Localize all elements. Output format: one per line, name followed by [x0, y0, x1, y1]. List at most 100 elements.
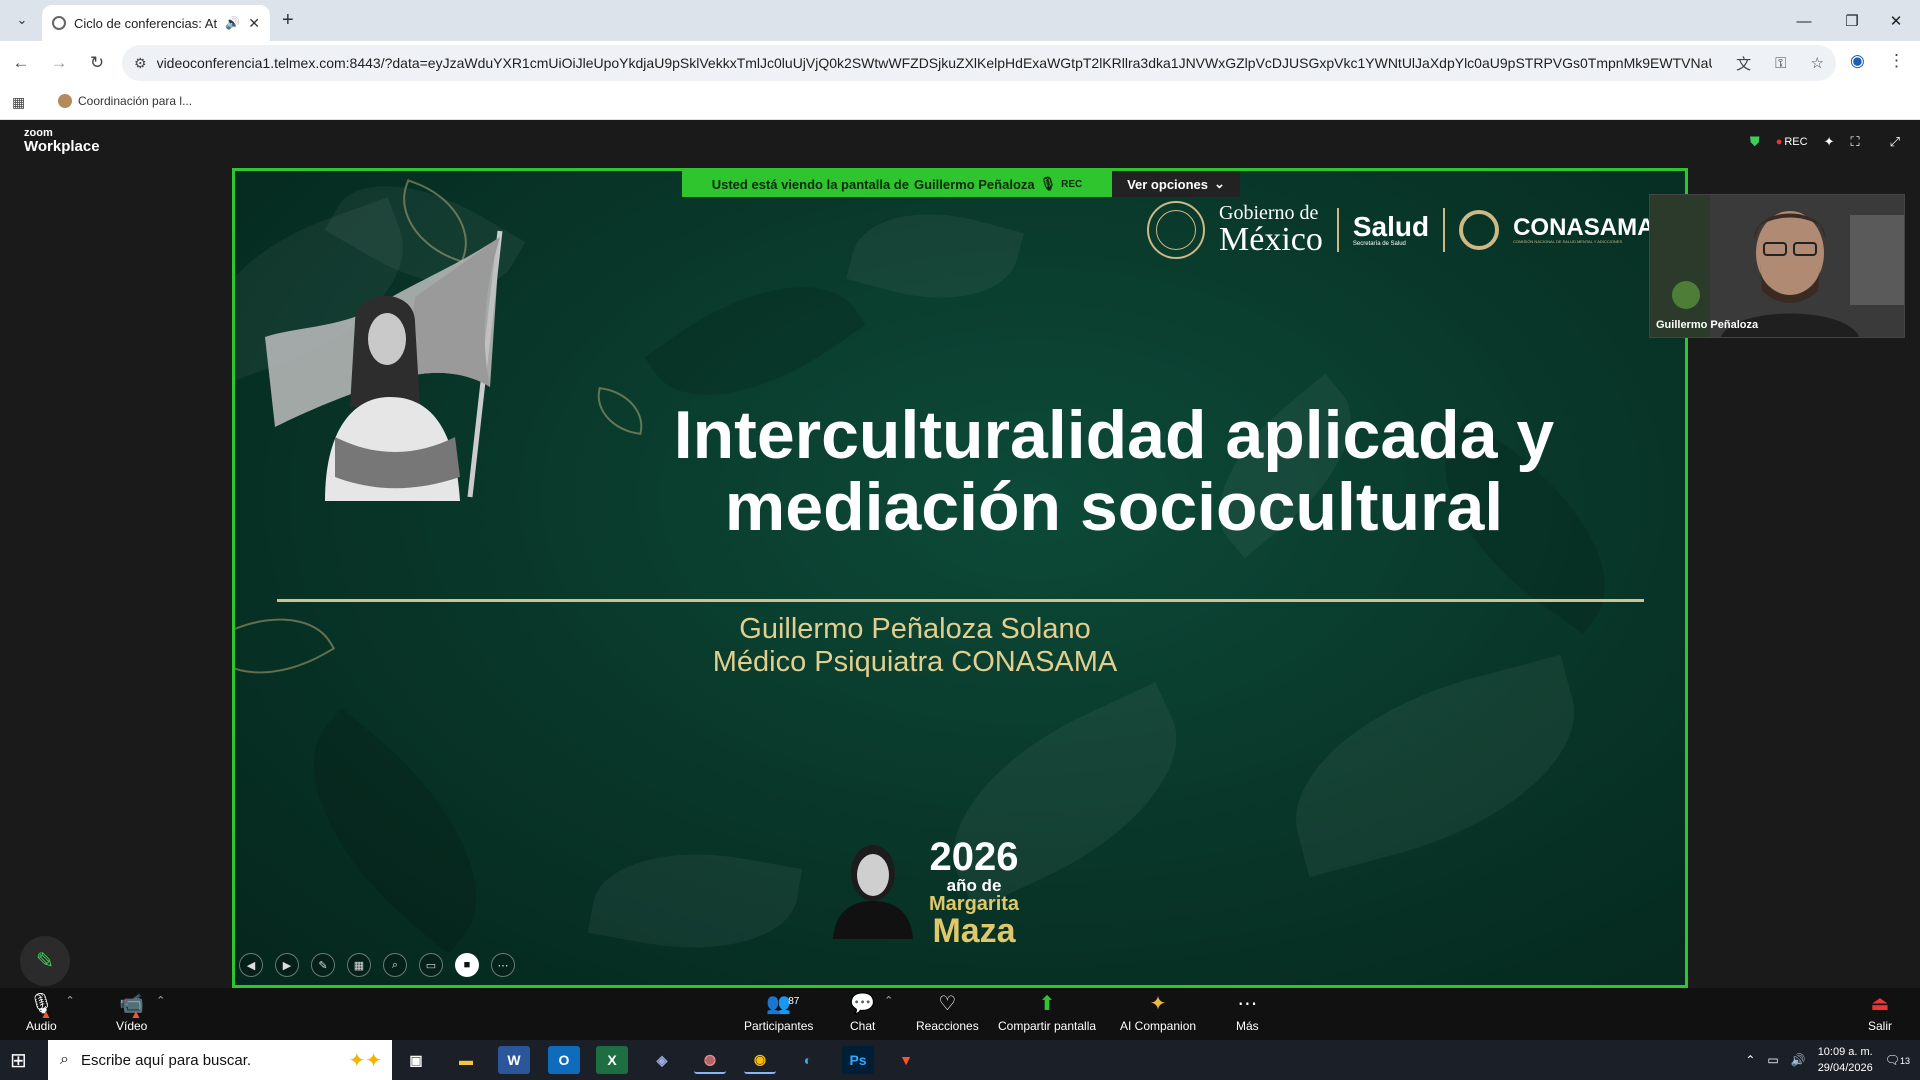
- participants-count: 87: [788, 996, 800, 1007]
- bookmark-label: Coordinación para l...: [78, 94, 193, 108]
- bookmark-item[interactable]: Coordinación para l...: [58, 94, 192, 108]
- speaker-role: Médico Psiquiatra CONASAMA: [712, 646, 1118, 678]
- speaker-icon[interactable]: 🔊: [225, 16, 240, 30]
- speaker-name: Guillermo Peñaloza Solano: [739, 613, 1091, 645]
- url-text[interactable]: videoconferencia1.telmex.com:8443/?data=…: [157, 55, 1713, 71]
- key-icon[interactable]: ⚿: [1775, 55, 1786, 72]
- chat-caret-icon[interactable]: ⌃: [884, 994, 893, 1007]
- participant-video-tile[interactable]: Guillermo Peñaloza: [1649, 194, 1905, 338]
- chrome-icon[interactable]: ◉: [744, 1046, 776, 1074]
- microphone-muted-icon: 🎙 ▲: [28, 993, 55, 1021]
- next-slide-icon[interactable]: ▶: [275, 953, 299, 977]
- zoom-meeting-window: zoom Workplace ⛊ ● REC ✦ ⛶ ⤢ Usted está …: [0, 120, 1920, 1040]
- search-placeholder: Escribe aquí para buscar.: [80, 1051, 252, 1069]
- view-options-icon[interactable]: ⛶: [1850, 134, 1859, 150]
- apps-grid-icon[interactable]: ▦: [12, 94, 25, 111]
- title-divider: [277, 599, 1644, 602]
- reload-button[interactable]: ↻: [80, 46, 114, 80]
- chat-button[interactable]: 💬 Chat ⌃: [850, 992, 893, 1033]
- audio-button[interactable]: 🎙 ▲ Audio ⌃: [26, 992, 75, 1033]
- woman-with-flag-illustration: [265, 230, 503, 501]
- clock[interactable]: 10:09 a. m. 29/04/2026: [1818, 1044, 1873, 1076]
- slide-title-line2: mediación sociocultural: [724, 469, 1504, 545]
- site-info-icon[interactable]: ⚙: [134, 55, 147, 72]
- restore-button[interactable]: ❐: [1832, 6, 1872, 36]
- year-name-last: Maza: [932, 912, 1016, 950]
- gov-line1: Gobierno de: [1219, 202, 1319, 224]
- forward-button[interactable]: →: [42, 46, 76, 80]
- previous-slide-icon[interactable]: ◀: [239, 953, 263, 977]
- slide-title: Interculturalidad aplicada y mediación s…: [555, 399, 1673, 543]
- ai-sparkle-icon[interactable]: ✦: [1824, 134, 1835, 150]
- address-bar[interactable]: ⚙ videoconferencia1.telmex.com:8443/?dat…: [122, 45, 1836, 81]
- reactions-button[interactable]: ♡ Reacciones: [916, 992, 979, 1033]
- slides-grid-icon[interactable]: ▦: [347, 953, 371, 977]
- participant-video: [1650, 195, 1904, 337]
- camera-icon[interactable]: ■: [455, 953, 479, 977]
- word-icon[interactable]: W: [498, 1046, 530, 1074]
- edge-icon[interactable]: ◐: [792, 1046, 824, 1074]
- app-icon[interactable]: ◈: [646, 1046, 678, 1074]
- share-banner-text: Usted está viendo la pantalla de Guiller…: [682, 171, 1112, 197]
- recording-indicator[interactable]: ● REC: [1776, 136, 1808, 148]
- profile-icon[interactable]: ◉: [1850, 51, 1865, 71]
- more-options-icon[interactable]: ⋯: [491, 953, 515, 977]
- heart-icon: ♡: [938, 993, 957, 1015]
- translate-icon[interactable]: 文: [1736, 53, 1751, 74]
- leave-button[interactable]: ⏏ Salir: [1868, 992, 1892, 1033]
- tray-chevron-icon[interactable]: ⌃: [1745, 1053, 1755, 1067]
- fullscreen-icon[interactable]: ⤢: [1890, 134, 1900, 150]
- outlook-icon[interactable]: O: [548, 1046, 580, 1074]
- mexico-seal-logo: [1147, 201, 1205, 259]
- photoshop-icon[interactable]: Ps: [842, 1046, 874, 1074]
- chat-label: Chat: [850, 1019, 876, 1033]
- close-window-button[interactable]: ✕: [1876, 6, 1916, 36]
- browser-menu-icon[interactable]: ⋮: [1888, 51, 1905, 71]
- windows-start-icon[interactable]: ⊞: [10, 1048, 27, 1073]
- participants-icon: 👥 87: [766, 992, 799, 1016]
- leave-label: Salir: [1868, 1019, 1893, 1033]
- back-button[interactable]: ←: [4, 46, 38, 80]
- task-view-icon[interactable]: ▣: [400, 1046, 432, 1074]
- more-button[interactable]: ⋯ Más: [1236, 992, 1259, 1033]
- share-banner-prefix: Usted está viendo la pantalla de: [711, 176, 909, 192]
- taskbar-search-box[interactable]: ⌕ Escribe aquí para buscar. ✦✦: [48, 1040, 392, 1080]
- excel-icon[interactable]: X: [596, 1046, 628, 1074]
- government-logos: Gobierno de México Salud Secretaría de S…: [1147, 201, 1654, 259]
- share-banner-presenter: Guillermo Peñaloza: [913, 176, 1035, 192]
- reactions-label: Reacciones: [916, 1019, 979, 1033]
- year-number: 2026: [929, 835, 1019, 879]
- network-icon[interactable]: ▭: [1767, 1053, 1778, 1067]
- subtitles-icon[interactable]: ▭: [419, 953, 443, 977]
- encryption-shield-icon[interactable]: ⛊: [1750, 134, 1760, 150]
- clock-date: 29/04/2026: [1817, 1062, 1873, 1074]
- ai-companion-label: AI Companion: [1120, 1019, 1197, 1033]
- ai-companion-button[interactable]: ✦ AI Companion: [1120, 992, 1196, 1033]
- bookmark-star-icon[interactable]: ☆: [1811, 54, 1824, 72]
- file-explorer-icon[interactable]: ▬: [450, 1046, 482, 1074]
- browser-tab[interactable]: Ciclo de conferencias: Aten 🔊 ✕: [42, 5, 270, 41]
- new-tab-button[interactable]: +: [282, 9, 294, 32]
- tab-title: Ciclo de conferencias: Aten: [74, 15, 218, 31]
- annotate-pencil-button[interactable]: ✎: [20, 936, 70, 986]
- pen-icon[interactable]: ✎: [311, 953, 335, 977]
- zoom-app-icon[interactable]: ◍: [694, 1046, 726, 1074]
- notifications-icon[interactable]: 🗨13: [1885, 1053, 1910, 1067]
- video-button[interactable]: 📹 ▲ Vídeo ⌃: [116, 992, 165, 1033]
- participants-button[interactable]: 👥 87 Participantes: [744, 992, 813, 1033]
- gobierno-mexico-logo: Gobierno de México: [1219, 203, 1323, 257]
- view-options-button[interactable]: Ver opciones ⌄: [1112, 171, 1240, 197]
- screen-share-banner: Usted está viendo la pantalla de Guiller…: [682, 171, 1240, 197]
- share-screen-button[interactable]: ⬆ Compartir pantalla: [998, 992, 1096, 1033]
- zoom-slide-icon[interactable]: ⌕: [383, 953, 407, 977]
- share-screen-label: Compartir pantalla: [998, 1019, 1097, 1033]
- brave-icon[interactable]: ▼: [890, 1046, 922, 1074]
- audio-caret-icon[interactable]: ⌃: [65, 994, 74, 1007]
- salud-label: Salud: [1352, 211, 1430, 242]
- video-caret-icon[interactable]: ⌃: [156, 994, 165, 1007]
- minimize-button[interactable]: —: [1784, 6, 1824, 36]
- close-tab-icon[interactable]: ✕: [248, 15, 260, 32]
- volume-icon[interactable]: 🔊: [1791, 1053, 1806, 1067]
- browser-toolbar: ← → ↻ ⚙ videoconferencia1.telmex.com:844…: [0, 41, 1920, 85]
- tab-search-icon[interactable]: ⌄: [10, 8, 34, 32]
